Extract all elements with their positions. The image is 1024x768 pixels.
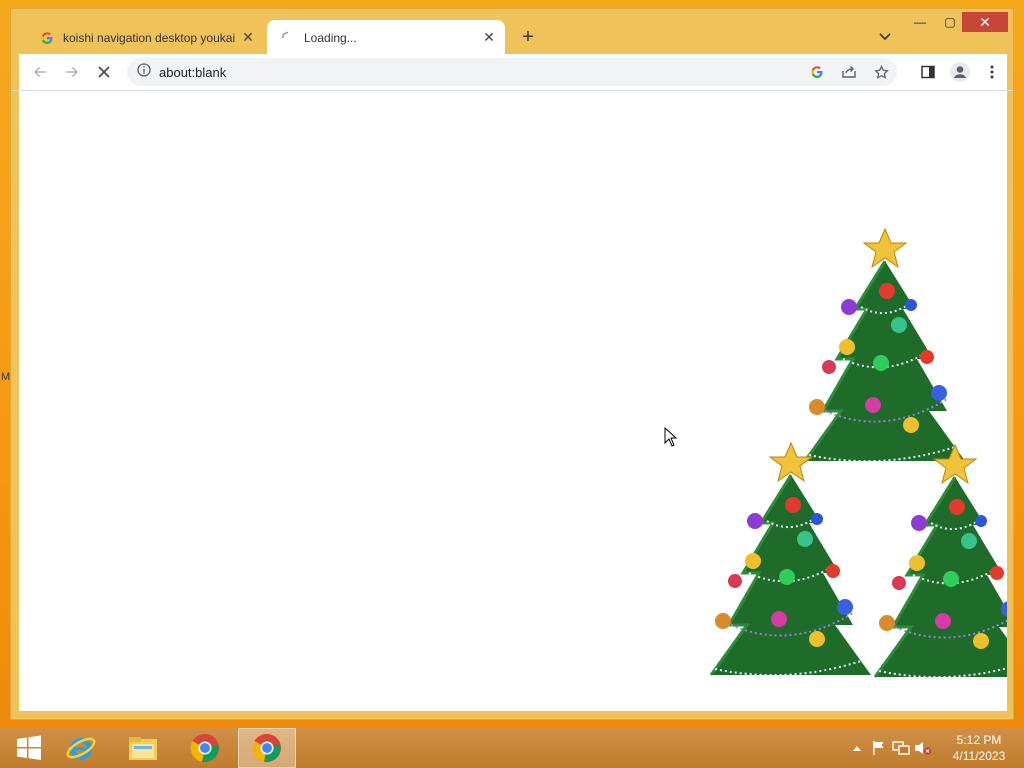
tab-strip: koishi navigation desktop youkai ✕ Loadi… [11, 9, 1013, 55]
mouse-cursor-icon [664, 427, 678, 447]
browser-toolbar: about:blank [19, 54, 1007, 90]
tab-loading[interactable]: Loading... ✕ [267, 20, 505, 55]
action-center-flag-icon[interactable] [868, 737, 890, 759]
loading-spinner-icon [280, 30, 296, 46]
system-tray [846, 728, 934, 768]
windows-start-icon[interactable] [0, 728, 58, 768]
tab-title: koishi navigation desktop youkai [63, 30, 236, 45]
clock-date: 4/11/2023 [952, 749, 1006, 763]
tab-close-icon[interactable]: ✕ [481, 29, 497, 46]
tab-close-icon[interactable]: ✕ [240, 29, 256, 46]
browser-window: koishi navigation desktop youkai ✕ Loadi… [10, 8, 1014, 720]
page-content [19, 91, 1007, 711]
address-bar[interactable]: about:blank [127, 58, 897, 86]
christmas-tree [709, 441, 873, 677]
tray-expand-icon[interactable] [846, 737, 868, 759]
bookmark-star-icon[interactable] [865, 58, 897, 86]
taskbar-clock[interactable]: 5:12 PM 4/11/2023 [944, 732, 1014, 764]
menu-kebab-icon[interactable] [979, 59, 1005, 85]
tab-search-chevron-icon[interactable] [875, 27, 895, 47]
google-lens-icon[interactable] [801, 58, 833, 86]
google-g-icon [39, 30, 55, 46]
side-panel-icon[interactable] [915, 59, 941, 85]
christmas-tree [873, 443, 1007, 679]
close-window-button[interactable]: ✕ [962, 12, 1008, 32]
share-icon[interactable] [833, 58, 865, 86]
chrome-icon[interactable] [176, 728, 234, 768]
taskbar: 5:12 PM 4/11/2023 [0, 728, 1024, 768]
file-explorer-icon[interactable] [114, 728, 172, 768]
desktop-edge-label: M [1, 371, 11, 383]
internet-explorer-icon[interactable] [52, 728, 110, 768]
network-icon[interactable] [890, 737, 912, 759]
info-icon[interactable] [137, 62, 151, 82]
tab-title: Loading... [304, 30, 357, 45]
christmas-tree [803, 227, 967, 463]
christmas-trees-decoration [709, 227, 1007, 679]
stop-loading-icon[interactable] [91, 59, 117, 85]
minimize-button[interactable]: — [905, 12, 935, 32]
forward-arrow-icon[interactable] [59, 59, 85, 85]
profile-icon[interactable] [947, 59, 973, 85]
tab-koishi[interactable]: koishi navigation desktop youkai ✕ [26, 20, 264, 55]
back-arrow-icon[interactable] [27, 59, 53, 85]
chrome-icon-active[interactable] [238, 728, 296, 768]
volume-muted-icon[interactable] [912, 737, 934, 759]
maximize-button[interactable]: ▢ [935, 12, 965, 32]
clock-time: 5:12 PM [956, 733, 1002, 747]
address-url[interactable]: about:blank [159, 65, 226, 80]
new-tab-button[interactable]: + [517, 26, 539, 48]
